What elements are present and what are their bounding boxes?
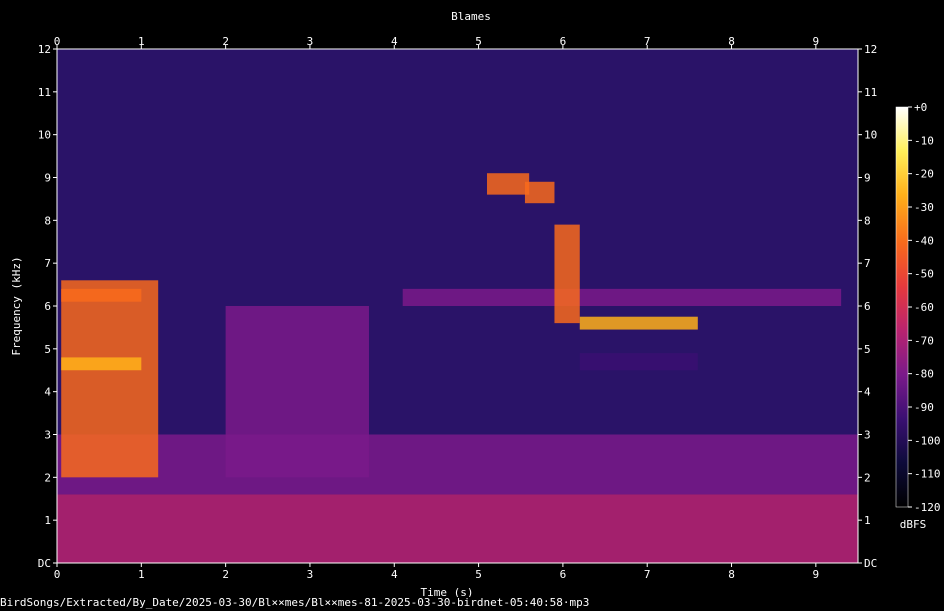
energy-region	[57, 494, 858, 563]
x-tick-label: 6	[560, 568, 567, 581]
chart-title: Blames	[451, 10, 491, 23]
x-tick-label: 8	[728, 35, 735, 48]
energy-region	[225, 306, 369, 478]
colorbar-tick-label: +0	[914, 101, 927, 114]
colorbar-ticks: +0 -10 -20 -30 -40 -50 -60 -70 -80 -90 -100 -110 -12…	[908, 101, 941, 514]
x-tick-label: 1	[138, 35, 145, 48]
x-tick-label: 5	[475, 35, 482, 48]
colorbar-tick-label: -30	[914, 201, 934, 214]
y-tick-label: 1	[864, 514, 871, 527]
energy-region	[61, 280, 159, 478]
y-tick-label: 10	[38, 129, 51, 142]
y-axis-left: DC123456789101112	[38, 43, 57, 570]
y-tick-label: 4	[864, 386, 871, 399]
x-tick-label: 2	[222, 568, 229, 581]
energy-region	[524, 181, 555, 204]
colorbar	[895, 106, 909, 508]
y-axis-right: DC123456789101112	[858, 43, 877, 570]
x-tick-label: 7	[644, 568, 651, 581]
y-tick-label: 3	[44, 429, 51, 442]
y-tick-label: 9	[864, 172, 871, 185]
colorbar-tick-label: -100	[914, 434, 941, 447]
energy-region	[487, 173, 530, 195]
colorbar-tick-label: -120	[914, 501, 941, 514]
y-tick-label: 9	[44, 172, 51, 185]
y-tick-label: 10	[864, 129, 877, 142]
x-axis-top: 0 1 2 3 4 5 6 7 8 9	[54, 35, 819, 49]
colorbar-tick-label: -10	[914, 134, 934, 147]
y-tick-label: 5	[44, 343, 51, 356]
y-tick-label: 6	[864, 300, 871, 313]
x-tick-label: 4	[391, 568, 398, 581]
y-tick-label: 11	[38, 86, 51, 99]
y-tick-label: 3	[864, 429, 871, 442]
x-tick-label: 9	[813, 35, 820, 48]
y-axis-label: Frequency (kHz)	[10, 256, 23, 355]
x-axis-bottom: 0 1 2 3 4 5 6 7 8 9	[54, 563, 819, 581]
x-tick-label: 5	[475, 568, 482, 581]
y-tick-label: 2	[44, 471, 51, 484]
x-tick-label: 4	[391, 35, 398, 48]
energy-region	[579, 316, 698, 330]
colorbar-tick-label: -20	[914, 168, 934, 181]
y-tick-label: 7	[864, 257, 871, 270]
y-tick-label: 11	[864, 86, 877, 99]
energy-region	[61, 288, 142, 302]
x-tick-label: 3	[307, 568, 314, 581]
energy-region	[61, 357, 142, 371]
x-tick-label: 6	[560, 35, 567, 48]
energy-region	[579, 353, 698, 371]
y-tick-label: 1	[44, 514, 51, 527]
y-tick-label: 5	[864, 343, 871, 356]
y-tick-label: DC	[38, 557, 51, 570]
colorbar-tick-label: -80	[914, 368, 934, 381]
colorbar-tick-label: -110	[914, 468, 941, 481]
x-tick-label: 0	[54, 35, 61, 48]
energy-region	[402, 288, 842, 306]
x-tick-label: 8	[728, 568, 735, 581]
y-tick-label: 4	[44, 386, 51, 399]
y-tick-label: DC	[864, 557, 877, 570]
x-tick-label: 1	[138, 568, 145, 581]
y-tick-label: 2	[864, 471, 871, 484]
x-tick-label: 2	[222, 35, 229, 48]
y-tick-label: 12	[38, 43, 51, 56]
file-path: BirdSongs/Extracted/By_Date/2025-03-30/B…	[0, 596, 590, 609]
colorbar-tick-label: -70	[914, 334, 934, 347]
y-tick-label: 7	[44, 257, 51, 270]
x-tick-label: 9	[813, 568, 820, 581]
y-tick-label: 8	[44, 214, 51, 227]
colorbar-tick-label: -40	[914, 234, 934, 247]
x-tick-label: 3	[307, 35, 314, 48]
colorbar-tick-label: -60	[914, 301, 934, 314]
colorbar-unit: dBFS	[900, 518, 927, 531]
x-tick-label: 0	[54, 568, 61, 581]
x-tick-label: 7	[644, 35, 651, 48]
y-tick-label: 12	[864, 43, 877, 56]
energy-region	[57, 434, 858, 495]
y-tick-label: 8	[864, 214, 871, 227]
y-tick-label: 6	[44, 300, 51, 313]
colorbar-tick-label: -50	[914, 268, 934, 281]
colorbar-tick-label: -90	[914, 401, 934, 414]
spectrogram-chart: Blames 0123456789 0123456789 DC123456789…	[10, 10, 941, 597]
energy-region	[554, 224, 580, 324]
